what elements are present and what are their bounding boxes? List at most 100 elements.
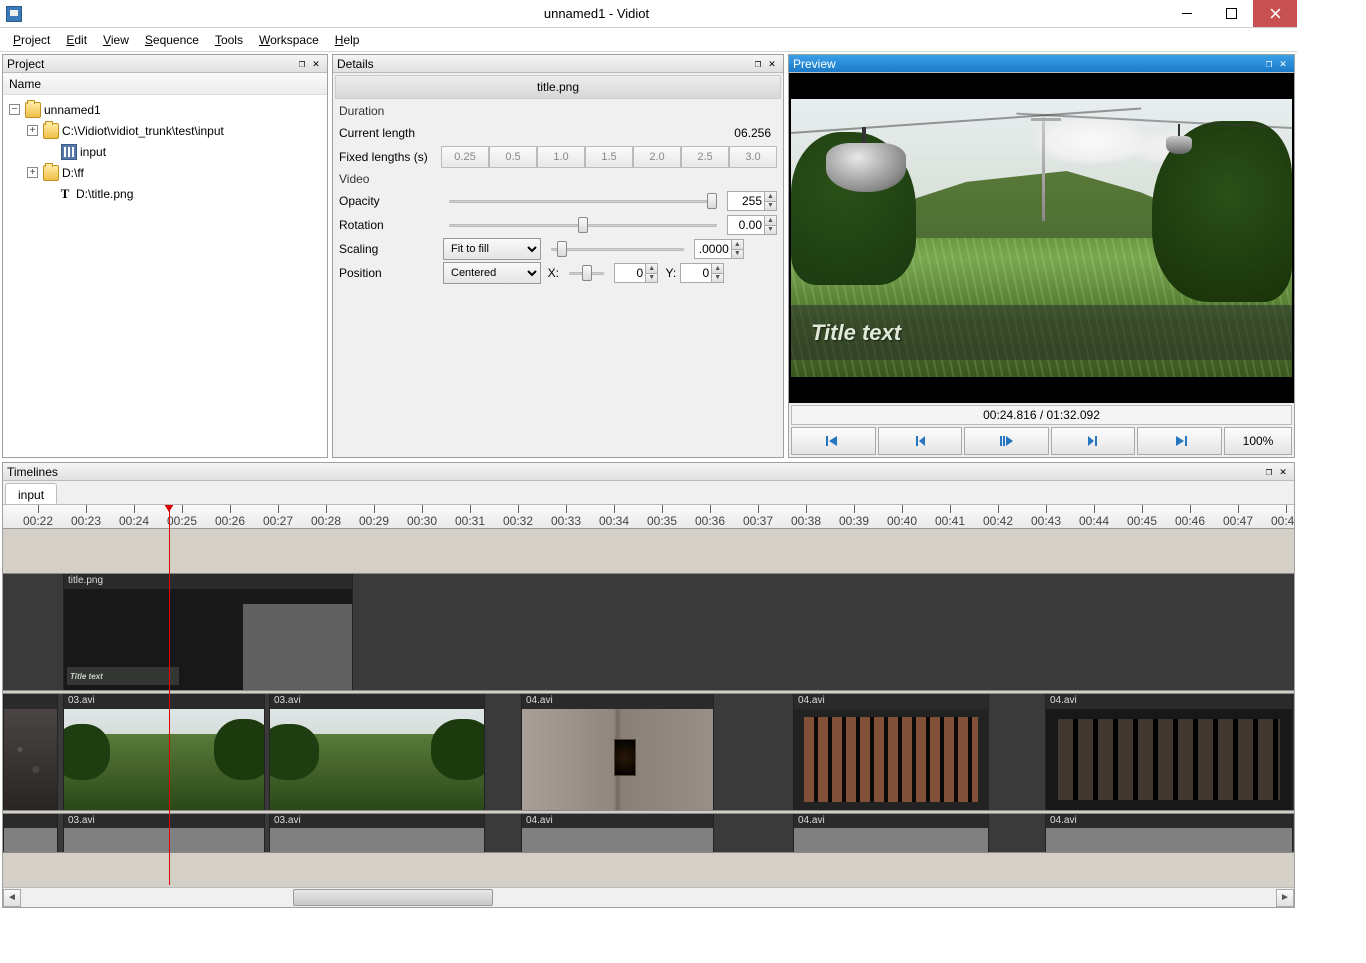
timeline-audio-clip[interactable]: 04.avi: [793, 814, 989, 852]
clip-label: 04.avi: [794, 694, 988, 709]
title-overlay: Title text: [791, 305, 1292, 361]
zoom-level[interactable]: 100%: [1224, 427, 1292, 455]
video-track-2[interactable]: title.png Title text: [3, 573, 1294, 691]
details-clip-name: title.png: [335, 75, 781, 99]
fixed-length-button[interactable]: 0.5: [489, 146, 537, 168]
timeline-audio-clip[interactable]: 04.avi: [1045, 814, 1293, 852]
menu-view[interactable]: View: [96, 30, 136, 50]
prev-frame-button[interactable]: [878, 427, 963, 455]
position-mode[interactable]: Centered: [443, 262, 541, 284]
details-panel: Details ❐ ✕ title.png Duration Current l…: [332, 54, 784, 458]
fixed-length-button[interactable]: 2.5: [681, 146, 729, 168]
opacity-slider[interactable]: [449, 192, 717, 210]
timeline-tab[interactable]: input: [5, 483, 57, 504]
panel-close-icon[interactable]: ✕: [1276, 465, 1290, 478]
rotation-value[interactable]: 0.00▲▼: [727, 215, 777, 235]
next-frame-button[interactable]: [1051, 427, 1136, 455]
maximize-button[interactable]: [1209, 0, 1253, 27]
timeline-audio-clip[interactable]: 03.avi: [63, 814, 265, 852]
timeline-clip[interactable]: 03.avi: [269, 694, 485, 810]
tree-root[interactable]: unnamed1: [5, 99, 325, 120]
video-track-1[interactable]: 03.avi03.avi 04.avi 04.avi 04.avi: [3, 693, 1294, 811]
clip-label: [4, 694, 57, 709]
menu-tools[interactable]: Tools: [208, 30, 250, 50]
tree-item-label: input: [80, 145, 106, 159]
timelines-panel-header[interactable]: Timelines ❐ ✕: [3, 463, 1294, 481]
ruler-tick: 00:35: [647, 505, 677, 528]
expand-icon[interactable]: [9, 104, 20, 115]
details-panel-title: Details: [337, 57, 374, 71]
opacity-value[interactable]: 255▲▼: [727, 191, 777, 211]
fixed-length-button[interactable]: 0.25: [441, 146, 489, 168]
current-length-value: 06.256: [734, 126, 777, 140]
timeline-audio-clip[interactable]: 04.avi: [521, 814, 714, 852]
audio-track-1[interactable]: 03.avi03.avi 04.avi 04.avi 04.avi: [3, 813, 1294, 853]
panel-restore-icon[interactable]: ❐: [295, 57, 309, 70]
panel-restore-icon[interactable]: ❐: [1262, 57, 1276, 70]
position-x-slider[interactable]: [569, 264, 604, 282]
menu-help[interactable]: Help: [328, 30, 367, 50]
expand-icon[interactable]: [27, 167, 38, 178]
timeline-clip-title[interactable]: title.png Title text: [63, 574, 353, 690]
ruler-tick: 00:31: [455, 505, 485, 528]
position-y-value[interactable]: 0▲▼: [680, 263, 724, 283]
folder-icon: [43, 165, 59, 181]
scaling-mode[interactable]: Fit to fill: [443, 238, 541, 260]
menu-project[interactable]: Project: [6, 30, 57, 50]
panel-restore-icon[interactable]: ❐: [751, 57, 765, 70]
timeline-audio-clip[interactable]: [3, 814, 58, 852]
scroll-left-icon[interactable]: ◄: [3, 889, 21, 907]
fixed-length-button[interactable]: 1.0: [537, 146, 585, 168]
timeline-clip[interactable]: [3, 694, 58, 810]
panel-close-icon[interactable]: ✕: [1276, 57, 1290, 70]
fixed-length-buttons: 0.250.51.01.52.02.53.0: [441, 146, 777, 168]
timeline-clip[interactable]: 04.avi: [521, 694, 714, 810]
ruler-tick: 00:37: [743, 505, 773, 528]
tree-item[interactable]: T D:\title.png: [5, 183, 325, 204]
timeline-area[interactable]: 00:2200:2300:2400:2500:2600:2700:2800:29…: [3, 505, 1294, 907]
timeline-clip[interactable]: 04.avi: [793, 694, 989, 810]
ruler-tick: 00:36: [695, 505, 725, 528]
fixed-length-button[interactable]: 2.0: [633, 146, 681, 168]
window-buttons: [1165, 0, 1297, 27]
timeline-audio-clip[interactable]: 03.avi: [269, 814, 485, 852]
tree-item[interactable]: C:\Vidiot\vidiot_trunk\test\input: [5, 120, 325, 141]
position-label: Position: [339, 266, 439, 280]
tree-item[interactable]: D:\ff: [5, 162, 325, 183]
goto-start-button[interactable]: [791, 427, 876, 455]
expand-icon[interactable]: [27, 125, 38, 136]
project-panel-header[interactable]: Project ❐ ✕: [3, 55, 327, 73]
tree-header-name[interactable]: Name: [3, 73, 327, 95]
menu-edit[interactable]: Edit: [59, 30, 94, 50]
opacity-label: Opacity: [339, 194, 439, 208]
timeline-scrollbar[interactable]: ◄ ►: [3, 887, 1294, 907]
menu-workspace[interactable]: Workspace: [252, 30, 326, 50]
scaling-slider[interactable]: [551, 240, 684, 258]
timeline-clip[interactable]: 03.avi: [63, 694, 265, 810]
scroll-thumb[interactable]: [293, 889, 493, 906]
panel-restore-icon[interactable]: ❐: [1262, 465, 1276, 478]
position-x-value[interactable]: 0▲▼: [614, 263, 658, 283]
preview-viewport[interactable]: Title text: [789, 73, 1294, 403]
preview-panel-header[interactable]: Preview ❐ ✕: [789, 55, 1294, 73]
duration-section: Duration: [333, 101, 783, 121]
scaling-value[interactable]: .0000▲▼: [694, 239, 744, 259]
timeline-clip[interactable]: 04.avi: [1045, 694, 1293, 810]
menu-sequence[interactable]: Sequence: [138, 30, 206, 50]
minimize-button[interactable]: [1165, 0, 1209, 27]
play-button[interactable]: [964, 427, 1049, 455]
rotation-slider[interactable]: [449, 216, 717, 234]
goto-end-button[interactable]: [1137, 427, 1222, 455]
tree-item[interactable]: input: [5, 141, 325, 162]
timeline-ruler[interactable]: 00:2200:2300:2400:2500:2600:2700:2800:29…: [3, 505, 1294, 529]
fixed-length-button[interactable]: 1.5: [585, 146, 633, 168]
scroll-right-icon[interactable]: ►: [1276, 889, 1294, 907]
close-button[interactable]: [1253, 0, 1297, 27]
panel-close-icon[interactable]: ✕: [765, 57, 779, 70]
fixed-lengths-label: Fixed lengths (s): [339, 150, 437, 164]
fixed-length-button[interactable]: 3.0: [729, 146, 777, 168]
panel-close-icon[interactable]: ✕: [309, 57, 323, 70]
playhead[interactable]: [169, 505, 170, 885]
ruler-tick: 00:33: [551, 505, 581, 528]
details-panel-header[interactable]: Details ❐ ✕: [333, 55, 783, 73]
